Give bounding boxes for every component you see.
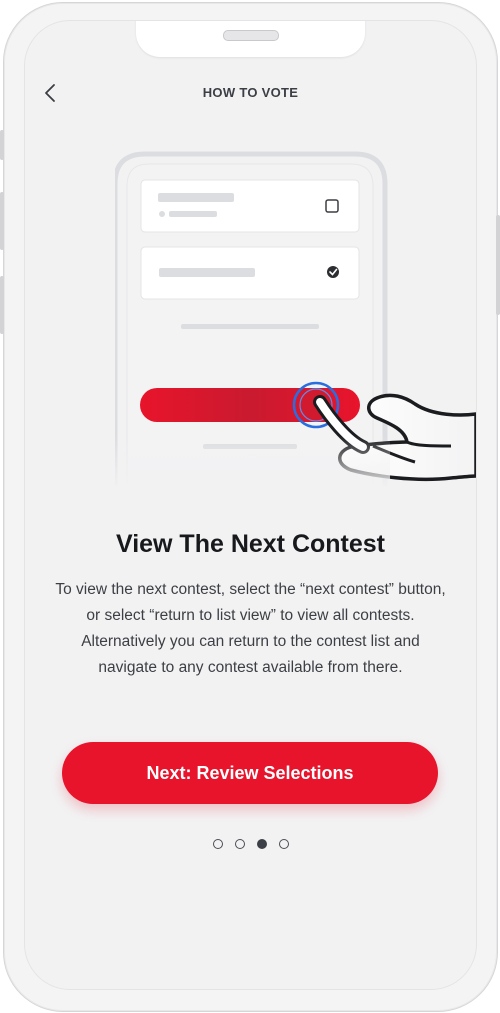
mini-candidate-card-checked — [140, 246, 360, 300]
mini-candidate-card-unchecked — [140, 179, 360, 233]
bottom-fade — [115, 436, 390, 491]
page-title: HOW TO VOTE — [202, 85, 299, 100]
step-description: To view the next contest, select the “ne… — [55, 581, 446, 676]
phone-volume-up-button — [0, 192, 4, 250]
phone-side-button — [0, 130, 4, 160]
phone-volume-down-button — [0, 276, 4, 334]
page-dot-4[interactable] — [278, 839, 289, 849]
mini-divider-line — [181, 324, 319, 329]
page-dot-2[interactable] — [234, 839, 245, 849]
phone-power-button — [496, 215, 500, 315]
pagination-dots — [25, 839, 476, 849]
tap-next-contest-illustration — [115, 151, 476, 491]
phone-notch — [136, 21, 365, 57]
page-dot-3-active[interactable] — [256, 839, 267, 849]
step-headline: View The Next Contest — [115, 530, 386, 558]
page-dot-1[interactable] — [212, 839, 223, 849]
app-screen: HOW TO VOTE View The Next Contest To vie… — [24, 20, 477, 990]
speaker-grille — [223, 30, 279, 41]
next-review-selections-button[interactable]: Next: Review Selections — [62, 742, 438, 804]
